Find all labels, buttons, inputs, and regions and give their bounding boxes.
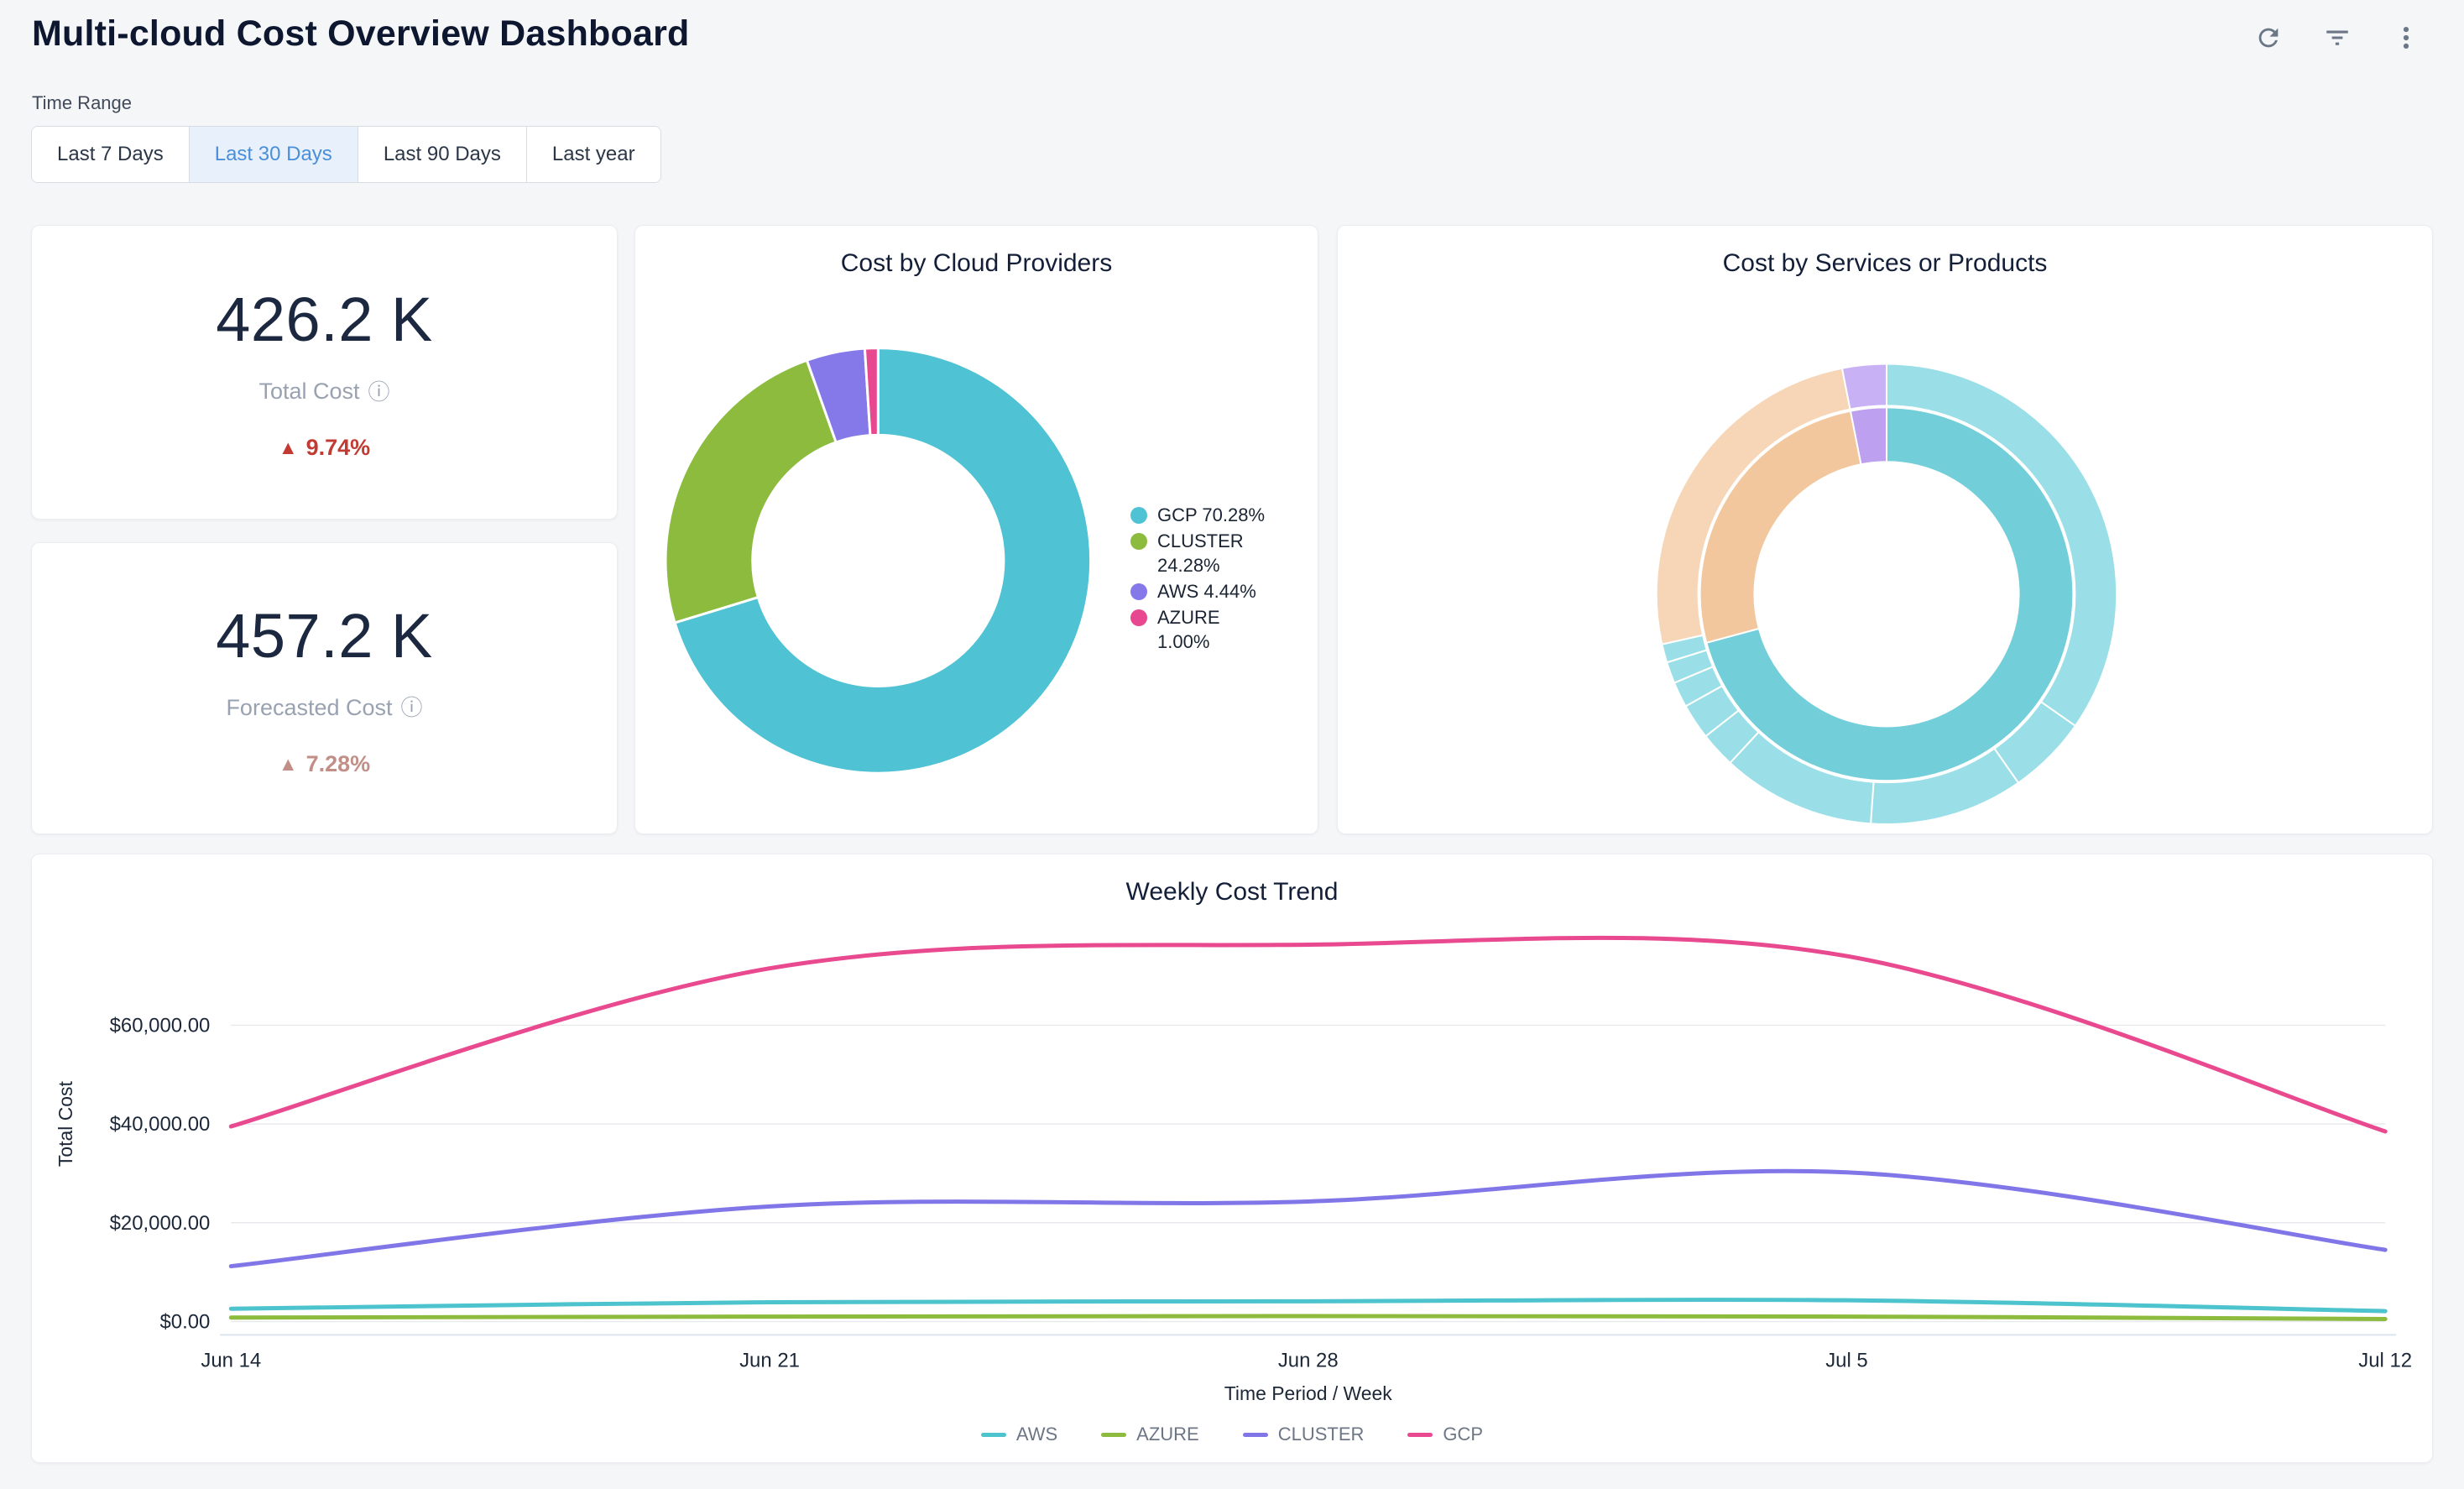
legend-dot (1130, 583, 1147, 600)
legend-item-azure[interactable]: AZURE 1.00% (1130, 605, 1270, 654)
total-cost-value: 426.2 K (216, 284, 433, 355)
trend-legend-item-azure[interactable]: AZURE (1101, 1424, 1199, 1445)
legend-label: CLUSTER 24.28% (1157, 529, 1270, 577)
info-icon[interactable]: ⓘ (368, 381, 390, 403)
kpi-content: 426.2 K Total Cost ⓘ ▲ 9.74% (32, 226, 617, 519)
y-tick-label: $20,000.00 (110, 1212, 211, 1235)
legend-dot (1130, 533, 1147, 550)
weekly-cost-trend-chart: $0.00 $20,000.00 $40,000.00 $60,000.00 Jun 1… (32, 854, 2432, 1462)
kpi-card-total-cost: 426.2 K Total Cost ⓘ ▲ 9.74% (31, 225, 618, 520)
time-range-label: Time Range (32, 92, 132, 114)
y-tick-label: $0.00 (159, 1310, 210, 1333)
y-tick-label: $40,000.00 (110, 1113, 211, 1136)
y-axis-title: Total Cost (55, 1081, 76, 1168)
legend-item-cluster[interactable]: CLUSTER 24.28% (1130, 529, 1270, 577)
line-series-aws[interactable] (231, 1299, 2385, 1311)
delta-value: 9.74% (306, 435, 371, 461)
x-tick-label: Jun 14 (201, 1349, 261, 1371)
legend-swatch (1407, 1433, 1433, 1437)
trend-legend-item-aws[interactable]: AWS (981, 1424, 1057, 1445)
info-icon[interactable]: ⓘ (401, 697, 423, 718)
refresh-icon (2254, 24, 2283, 52)
line-series-gcp[interactable] (231, 938, 2385, 1131)
line-series-cluster[interactable] (231, 1171, 2385, 1266)
delta-up-icon: ▲ (279, 436, 298, 459)
kpi-label-text: Total Cost (258, 379, 359, 405)
total-cost-label: Total Cost ⓘ (258, 379, 389, 405)
total-cost-delta: ▲ 9.74% (279, 435, 370, 461)
time-range-group: Last 7 DaysLast 30 DaysLast 90 DaysLast … (31, 126, 661, 183)
filter-button[interactable] (2321, 22, 2353, 54)
delta-up-icon: ▲ (279, 753, 298, 776)
legend-swatch (1101, 1433, 1126, 1437)
kebab-menu-icon (2392, 24, 2420, 52)
legend-item-aws[interactable]: AWS 4.44% (1130, 579, 1270, 603)
legend-item-gcp[interactable]: GCP 70.28% (1130, 503, 1270, 527)
header-actions (2253, 22, 2422, 54)
y-tick-label: $60,000.00 (110, 1014, 211, 1037)
forecasted-cost-label: Forecasted Cost ⓘ (226, 695, 422, 721)
x-axis-title: Time Period / Week (1224, 1382, 1393, 1404)
cost-by-cloud-providers-card: Cost by Cloud Providers GCP 70.28%CLUSTE… (634, 225, 1318, 834)
legend-swatch (1243, 1433, 1268, 1437)
legend-label: CLUSTER (1278, 1424, 1365, 1445)
trend-legend-item-cluster[interactable]: CLUSTER (1243, 1424, 1365, 1445)
legend-label: GCP 70.28% (1157, 503, 1265, 527)
delta-value: 7.28% (306, 751, 371, 777)
time-range-option-last-90-days[interactable]: Last 90 Days (358, 127, 527, 182)
legend-label: AWS (1016, 1424, 1057, 1445)
providers-legend: GCP 70.28%CLUSTER 24.28%AWS 4.44%AZURE 1… (1130, 503, 1270, 654)
forecasted-cost-value: 457.2 K (216, 600, 433, 671)
refresh-button[interactable] (2253, 22, 2284, 54)
sunburst-outer-segment-10[interactable] (1842, 364, 1887, 410)
time-range-option-last-30-days[interactable]: Last 30 Days (190, 127, 358, 182)
kpi-label-text: Forecasted Cost (226, 695, 392, 721)
legend-label: AZURE 1.00% (1157, 605, 1270, 654)
line-series-azure[interactable] (231, 1316, 2385, 1319)
kpi-content: 457.2 K Forecasted Cost ⓘ ▲ 7.28% (32, 543, 617, 833)
page-title: Multi-cloud Cost Overview Dashboard (32, 13, 690, 55)
pie-segment-cluster[interactable] (666, 360, 836, 623)
cost-by-services-card: Cost by Services or Products (1337, 225, 2433, 834)
services-sunburst-chart (1338, 226, 2432, 833)
legend-dot (1130, 609, 1147, 626)
x-tick-label: Jun 21 (739, 1349, 800, 1371)
kpi-card-forecasted-cost: 457.2 K Forecasted Cost ⓘ ▲ 7.28% (31, 542, 618, 834)
time-range-option-last-7-days[interactable]: Last 7 Days (32, 127, 190, 182)
trend-legend: AWS AZURE CLUSTER GCP (32, 1424, 2432, 1445)
legend-swatch (981, 1433, 1006, 1437)
x-tick-label: Jun 28 (1278, 1349, 1339, 1371)
filter-icon (2323, 24, 2352, 52)
time-range-option-last-year[interactable]: Last year (527, 127, 660, 182)
more-options-button[interactable] (2390, 22, 2422, 54)
weekly-cost-trend-card: Weekly Cost Trend $0.00$20,000.00$40,000… (31, 854, 2433, 1463)
legend-label: AWS 4.44% (1157, 579, 1256, 603)
x-tick-label: Jul 5 (1825, 1349, 1868, 1371)
legend-dot (1130, 507, 1147, 524)
legend-label: AZURE (1136, 1424, 1199, 1445)
x-tick-label: Jul 12 (2358, 1349, 2412, 1371)
legend-label: GCP (1443, 1424, 1483, 1445)
trend-legend-item-gcp[interactable]: GCP (1407, 1424, 1483, 1445)
forecasted-cost-delta: ▲ 7.28% (279, 751, 370, 777)
